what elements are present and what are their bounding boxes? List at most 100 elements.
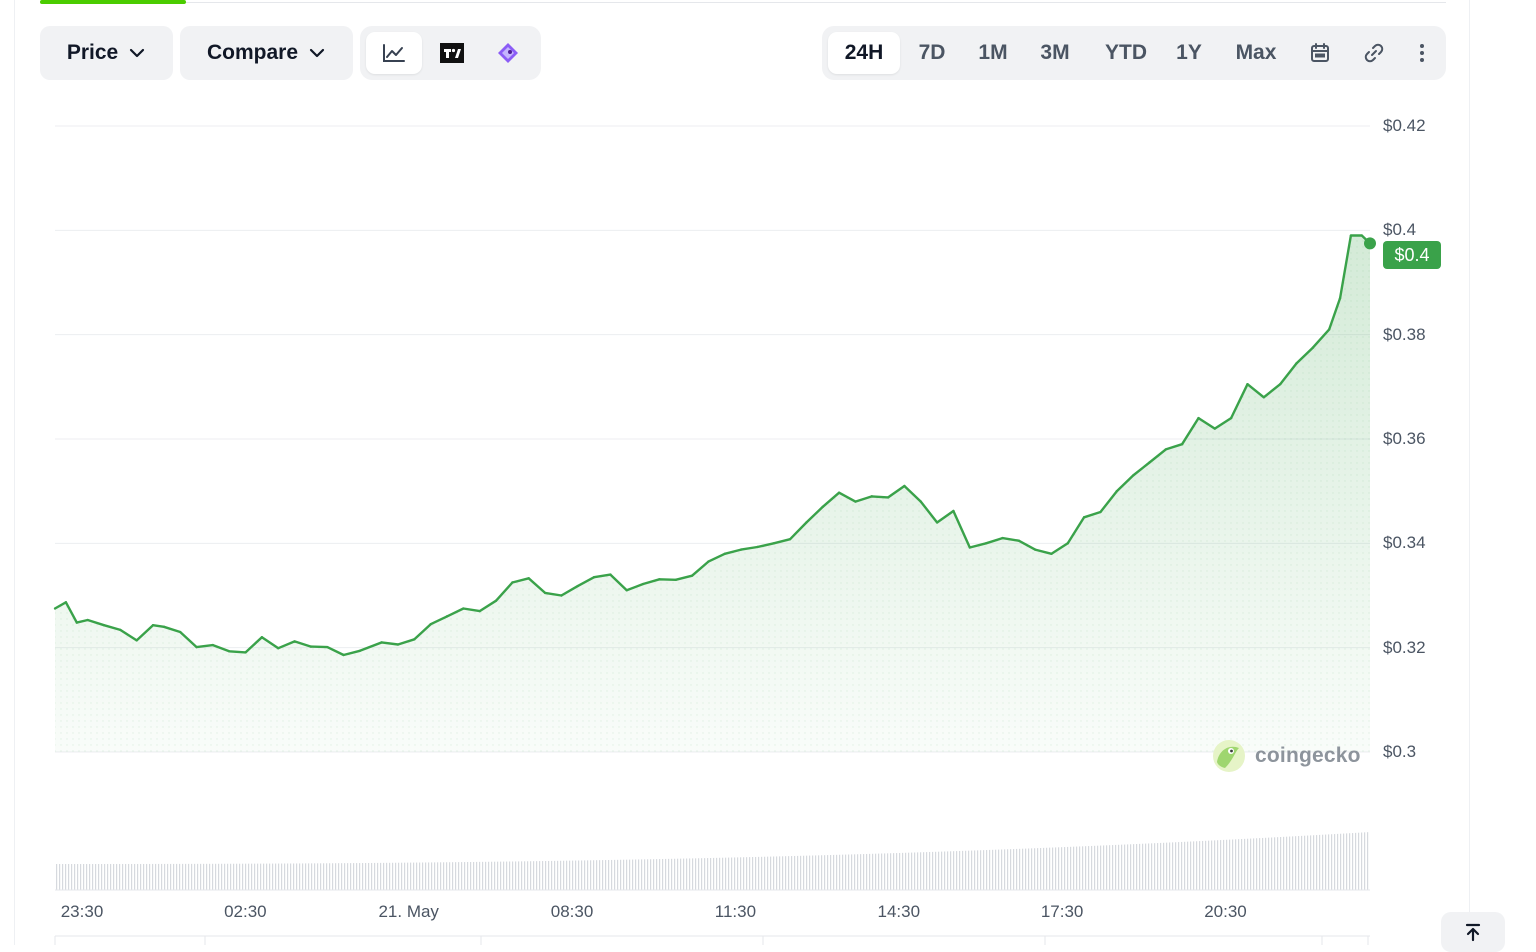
volume-bar [596,860,598,890]
volume-bar [467,862,469,890]
volume-bar [491,861,493,890]
volume-bar [1316,835,1318,890]
volume-bar [764,856,766,890]
volume-bar [911,852,913,890]
volume-bar [1082,846,1084,890]
volume-bar [68,863,70,890]
volume-bar [1103,845,1105,890]
volume-bar [683,858,685,890]
volume-bar [170,863,172,890]
volume-bar [419,862,421,890]
volume-bar [449,862,451,890]
volume-bar [1253,838,1255,890]
volume-bar [752,857,754,890]
volume-bar [395,862,397,890]
price-point [756,545,759,549]
volume-bar [71,863,73,890]
volume-bar [431,862,433,890]
volume-bar [800,855,802,890]
volume-bar [242,863,244,890]
volume-bar [812,855,814,890]
volume-bar [131,863,133,890]
volume-bar [1127,844,1129,890]
volume-bar [191,863,193,890]
volume-bar [575,860,577,890]
price-point [788,537,792,541]
volume-bar [1235,839,1237,890]
volume-bar [884,853,886,890]
volume-bar [899,852,901,890]
volume-bar [185,863,187,890]
price-point [260,636,264,639]
volume-bar [698,858,700,890]
volume-bar [902,852,904,890]
volume-bar [290,863,292,890]
volume-bar [515,861,517,890]
volume-bar [134,863,136,890]
volume-bar [1172,842,1174,890]
volume-bar [281,863,283,890]
volume-bar [329,863,331,890]
volume-bar [860,854,862,890]
volume-bar [182,863,184,890]
volume-bar [692,858,694,890]
volume-bar [371,862,373,890]
price-point [1001,536,1004,540]
current-price-marker [1364,237,1376,250]
volume-bar [1142,843,1144,890]
volume-bar [776,856,778,890]
volume-bar [815,855,817,890]
volume-bar [1244,838,1246,890]
volume-bar [488,861,490,890]
volume-bar [740,857,742,890]
volume-bar [1295,836,1297,890]
volume-bar [476,861,478,890]
volume-bar [959,850,961,890]
volume-bar [539,861,541,890]
volume-bar [887,853,889,890]
volume-bar [167,863,169,890]
volume-bar [128,863,130,890]
volume-bar [1151,843,1153,890]
price-point [135,639,138,642]
volume-bar [263,863,265,890]
volume-bar [1163,842,1165,890]
volume-bar [758,856,760,890]
price-point [870,495,873,498]
price-point [723,552,726,555]
volume-bar [1160,842,1162,890]
volume-bar [365,863,367,890]
x-tick-label: 17:30 [1040,902,1084,921]
volume-bar [149,863,151,890]
volume-bar [797,855,799,890]
volume-bar [344,863,346,890]
volume-bar [284,863,286,890]
volume-bar [1184,841,1186,890]
price-point [1295,362,1298,365]
volume-bar [770,856,772,890]
volume-bar [1190,841,1192,890]
volume-bar [230,863,232,890]
volume-bar [1040,848,1042,890]
volume-bar [845,854,847,890]
volume-bar [608,859,610,890]
scroll-to-top-button[interactable] [1441,912,1505,952]
volume-bar [200,863,202,890]
volume-bar [956,851,958,890]
volume-bar [293,863,295,890]
volume-bar [1226,839,1228,890]
volume-bar [1337,833,1339,890]
volume-bar [1088,846,1090,890]
price-point [1360,234,1364,237]
volume-bar [617,859,619,890]
volume-bar [275,863,277,890]
price-point [380,641,383,644]
volume-bar [257,863,259,890]
volume-bar [224,863,226,890]
x-tick-label: 08:30 [550,902,594,921]
volume-bar [215,863,217,890]
volume-bar [1112,845,1114,890]
price-point [179,630,182,634]
volume-bar [1277,837,1279,890]
volume-bar [497,861,499,890]
